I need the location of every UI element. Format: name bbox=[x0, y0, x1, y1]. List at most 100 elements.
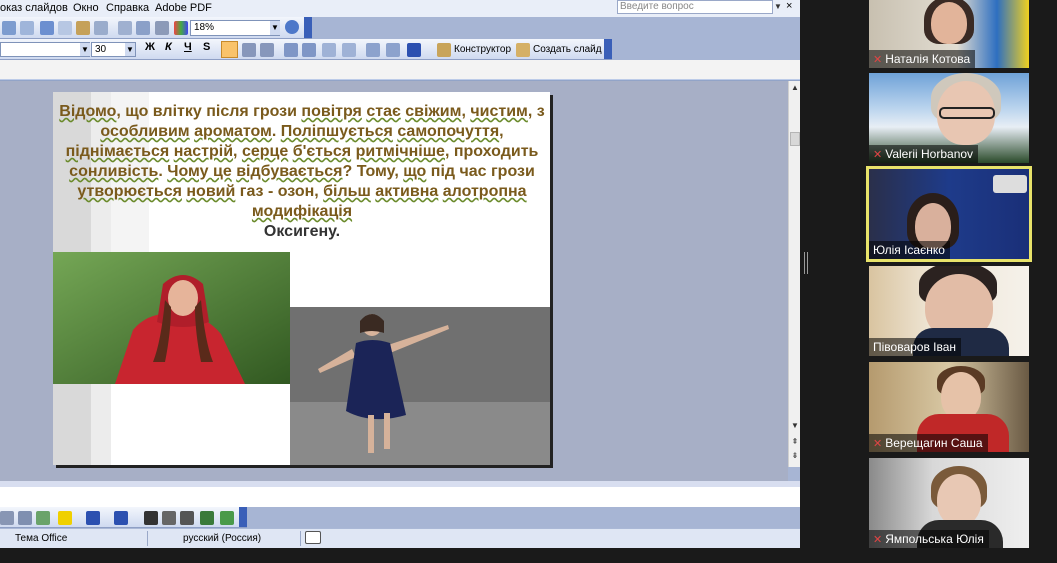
fill-color-icon[interactable] bbox=[58, 511, 72, 525]
numbering-icon[interactable] bbox=[284, 43, 298, 57]
font-name-select[interactable] bbox=[0, 42, 90, 57]
grid-icon[interactable] bbox=[155, 21, 169, 35]
redo-icon[interactable] bbox=[2, 21, 16, 35]
vertical-scrollbar[interactable]: ▲ ▼ ⇞ ⇟ bbox=[788, 81, 800, 467]
designer-icon[interactable] bbox=[437, 43, 451, 57]
participant-name: Верещагин Саша bbox=[885, 436, 983, 450]
slide-text-segment: сонливість bbox=[69, 163, 159, 180]
insert-chart-icon[interactable] bbox=[94, 21, 108, 35]
arrow-style-icon[interactable] bbox=[180, 511, 194, 525]
slide-text-segment: , bbox=[461, 103, 471, 120]
text-color-icon[interactable] bbox=[114, 511, 128, 525]
slide-text-segment: , з bbox=[527, 103, 545, 120]
slide[interactable]: Відомо, що влітку після грози повітря ст… bbox=[53, 92, 550, 465]
photo-girl-dancing-in-rain[interactable] bbox=[290, 307, 550, 465]
previous-slide-icon[interactable]: ⇞ bbox=[789, 437, 800, 446]
menu-window[interactable]: Окно bbox=[73, 2, 99, 14]
status-separator-2 bbox=[300, 531, 301, 546]
insert-picture-icon[interactable] bbox=[36, 511, 50, 525]
mic-muted-icon: ✕ bbox=[873, 54, 883, 66]
increase-indent-icon[interactable] bbox=[386, 43, 400, 57]
participant-name: Півоваров Іван bbox=[873, 340, 957, 354]
align-center-icon[interactable] bbox=[242, 43, 256, 57]
align-right-icon[interactable] bbox=[260, 43, 274, 57]
menu-adobe-pdf[interactable]: Adobe PDF bbox=[155, 2, 212, 14]
toolbar-options-icon-3[interactable] bbox=[239, 507, 247, 527]
insert-table-icon[interactable] bbox=[76, 21, 90, 35]
spellcheck-icon[interactable] bbox=[305, 531, 321, 544]
decrease-font-icon[interactable] bbox=[342, 43, 356, 57]
mic-muted-icon: ✕ bbox=[873, 534, 883, 546]
participant-tile[interactable]: ✕ Ямпольська Юлія bbox=[869, 458, 1029, 548]
slide-body-text[interactable]: Відомо, що влітку після грози повітря ст… bbox=[57, 102, 547, 242]
zoom-select[interactable]: 18% bbox=[190, 20, 280, 36]
ask-dropdown-icon[interactable]: ▼ bbox=[774, 2, 782, 11]
help-icon[interactable] bbox=[285, 20, 299, 34]
designer-button[interactable]: Конструктор bbox=[454, 44, 511, 55]
ask-question-input[interactable]: Введите вопрос bbox=[617, 0, 773, 14]
participant-tile[interactable]: Півоваров Іван bbox=[869, 266, 1029, 356]
panel-splitter[interactable] bbox=[804, 252, 808, 274]
dash-style-icon[interactable] bbox=[162, 511, 176, 525]
toolbar-options-icon[interactable] bbox=[304, 17, 312, 38]
participant-tile[interactable]: ✕ Наталія Котова bbox=[869, 0, 1029, 68]
menu-slideshow[interactable]: оказ слайдов bbox=[0, 2, 68, 14]
shadow-button[interactable]: S bbox=[203, 41, 210, 53]
dropdown-icon[interactable] bbox=[20, 21, 34, 35]
drawing-toolbar bbox=[0, 507, 247, 528]
new-slide-button[interactable]: Создать слайд bbox=[533, 44, 602, 55]
slide-text-segment: під час грози bbox=[426, 163, 535, 180]
3d-style-icon[interactable] bbox=[220, 511, 234, 525]
italic-button[interactable]: К bbox=[165, 41, 172, 53]
expand-all-icon[interactable] bbox=[118, 21, 132, 35]
participant-tile[interactable]: ✕ Valerii Horbanov bbox=[869, 73, 1029, 163]
scroll-up-icon[interactable]: ▲ bbox=[789, 83, 800, 92]
next-slide-icon[interactable]: ⇟ bbox=[789, 451, 800, 460]
insert-diagram-icon[interactable] bbox=[18, 511, 32, 525]
line-color-icon[interactable] bbox=[86, 511, 100, 525]
font-dropdown-icon[interactable]: ▼ bbox=[80, 43, 90, 56]
screen: оказ слайдов Окно Справка Adobe PDF Введ… bbox=[0, 0, 1057, 563]
participant-tile-active-speaker[interactable]: Юлія Ісаєнко bbox=[866, 166, 1032, 262]
status-separator bbox=[147, 531, 148, 546]
decrease-indent-icon[interactable] bbox=[366, 43, 380, 57]
line-style-icon[interactable] bbox=[144, 511, 158, 525]
status-language: русский (Россия) bbox=[183, 533, 262, 544]
slide-text-segment: самопочуття bbox=[397, 123, 500, 140]
zoom-dropdown-icon[interactable]: ▼ bbox=[270, 21, 280, 35]
close-icon[interactable]: × bbox=[786, 0, 792, 12]
slide-text-segment: , що влітку після грози bbox=[116, 103, 302, 120]
underline-button[interactable]: Ч bbox=[184, 41, 192, 53]
participant-name: Ямпольська Юлія bbox=[885, 532, 984, 546]
toolbar-options-icon-2[interactable] bbox=[604, 39, 612, 59]
slide-text-segment: Поліпшується bbox=[280, 123, 393, 140]
increase-font-icon[interactable] bbox=[322, 43, 336, 57]
tables-borders-icon[interactable] bbox=[58, 21, 72, 35]
photo-woman-in-rain[interactable] bbox=[53, 252, 290, 384]
slide-text-segment: Чому це bbox=[167, 163, 232, 180]
slide-text-segment: серце bbox=[241, 143, 289, 160]
rotate-icon[interactable] bbox=[0, 511, 14, 525]
notes-splitter[interactable] bbox=[0, 481, 800, 487]
menu-help[interactable]: Справка bbox=[106, 2, 149, 14]
color-grayscale-icon[interactable] bbox=[174, 21, 188, 35]
align-left-button[interactable] bbox=[221, 41, 238, 58]
menu-bar: оказ слайдов Окно Справка Adobe PDF Введ… bbox=[0, 0, 800, 17]
slide-text-segment: новий bbox=[186, 183, 236, 200]
participant-name-tag: ✕ Верещагин Саша bbox=[869, 434, 988, 452]
scroll-down-icon[interactable]: ▼ bbox=[789, 421, 800, 430]
participant-tile[interactable]: ✕ Верещагин Саша bbox=[869, 362, 1029, 452]
font-size-dropdown-icon[interactable]: ▼ bbox=[125, 43, 135, 56]
slide-text-segment: , проходить bbox=[444, 143, 539, 160]
show-formatting-icon[interactable] bbox=[136, 21, 150, 35]
bold-button[interactable]: Ж bbox=[145, 41, 155, 53]
new-slide-icon[interactable] bbox=[516, 43, 530, 57]
shadow-style-icon[interactable] bbox=[200, 511, 214, 525]
participant-name-tag: Півоваров Іван bbox=[869, 338, 962, 356]
slide-text-segment: свіжим bbox=[405, 103, 462, 120]
slide-text-segment: стає bbox=[366, 103, 401, 120]
scroll-thumb[interactable] bbox=[790, 132, 800, 146]
hyperlink-icon[interactable] bbox=[40, 21, 54, 35]
bullets-icon[interactable] bbox=[302, 43, 316, 57]
font-color-icon[interactable] bbox=[407, 43, 421, 57]
